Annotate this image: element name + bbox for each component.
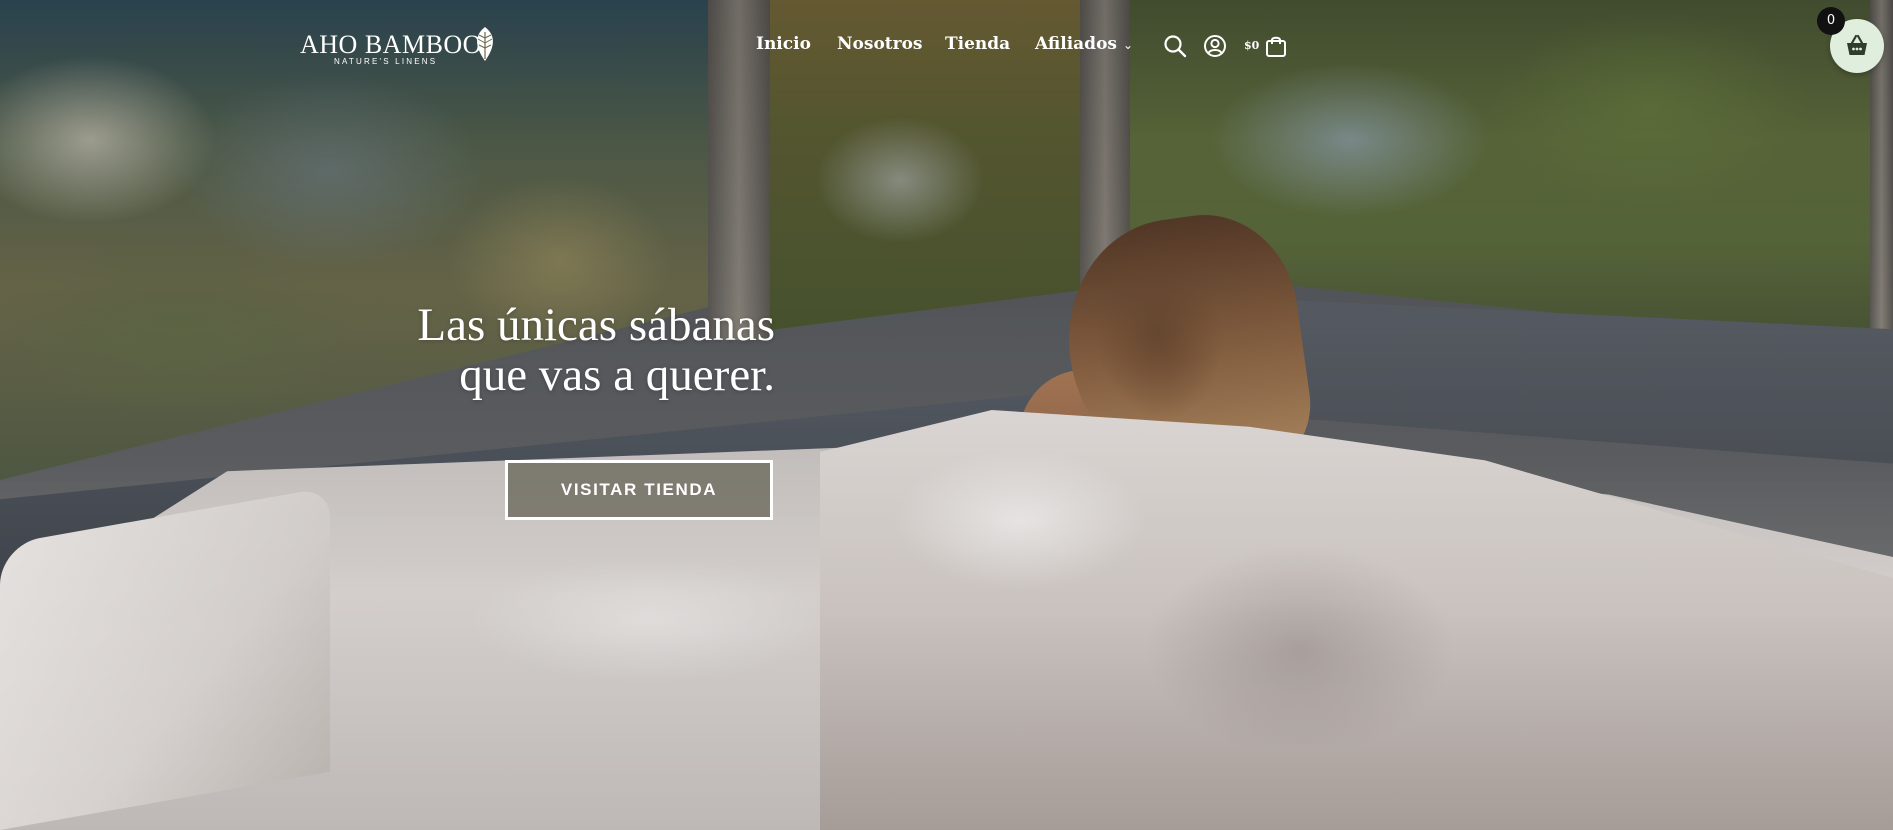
brand-tagline: NATURE'S LINENS	[334, 57, 438, 66]
hero-title: Las únicas sábanas que vas a querer.	[360, 300, 775, 400]
hero-overlay	[0, 0, 1893, 830]
page: AHO BAMBOO NATURE'S LINENS Inicio Nosotr…	[0, 0, 1893, 830]
hero-title-line-2: que vas a querer.	[459, 349, 775, 401]
account-icon[interactable]	[1202, 33, 1228, 59]
brand-name: AHO BAMBOO	[300, 30, 482, 59]
cart-count-badge: 0	[1817, 7, 1845, 35]
nav-item-afiliados-label: Afiliados	[1035, 34, 1117, 54]
basket-icon	[1847, 34, 1867, 55]
nav-item-inicio[interactable]: Inicio	[756, 34, 811, 54]
nav-item-nosotros[interactable]: Nosotros	[837, 34, 923, 54]
leaf-icon	[477, 27, 493, 61]
visit-store-button[interactable]: VISITAR TIENDA	[505, 460, 773, 520]
site-header: AHO BAMBOO NATURE'S LINENS Inicio Nosotr…	[0, 0, 1893, 92]
brand-logo[interactable]: AHO BAMBOO NATURE'S LINENS	[300, 24, 500, 72]
shopping-bag-icon[interactable]	[1263, 33, 1289, 59]
nav-item-afiliados[interactable]: Afiliados ⌄	[1035, 34, 1133, 54]
chevron-down-icon: ⌄	[1122, 38, 1134, 52]
hero-title-line-1: Las únicas sábanas	[417, 299, 775, 351]
nav-item-tienda[interactable]: Tienda	[945, 34, 1010, 54]
cart-total[interactable]: $0	[1244, 39, 1259, 52]
search-icon[interactable]	[1162, 33, 1188, 59]
